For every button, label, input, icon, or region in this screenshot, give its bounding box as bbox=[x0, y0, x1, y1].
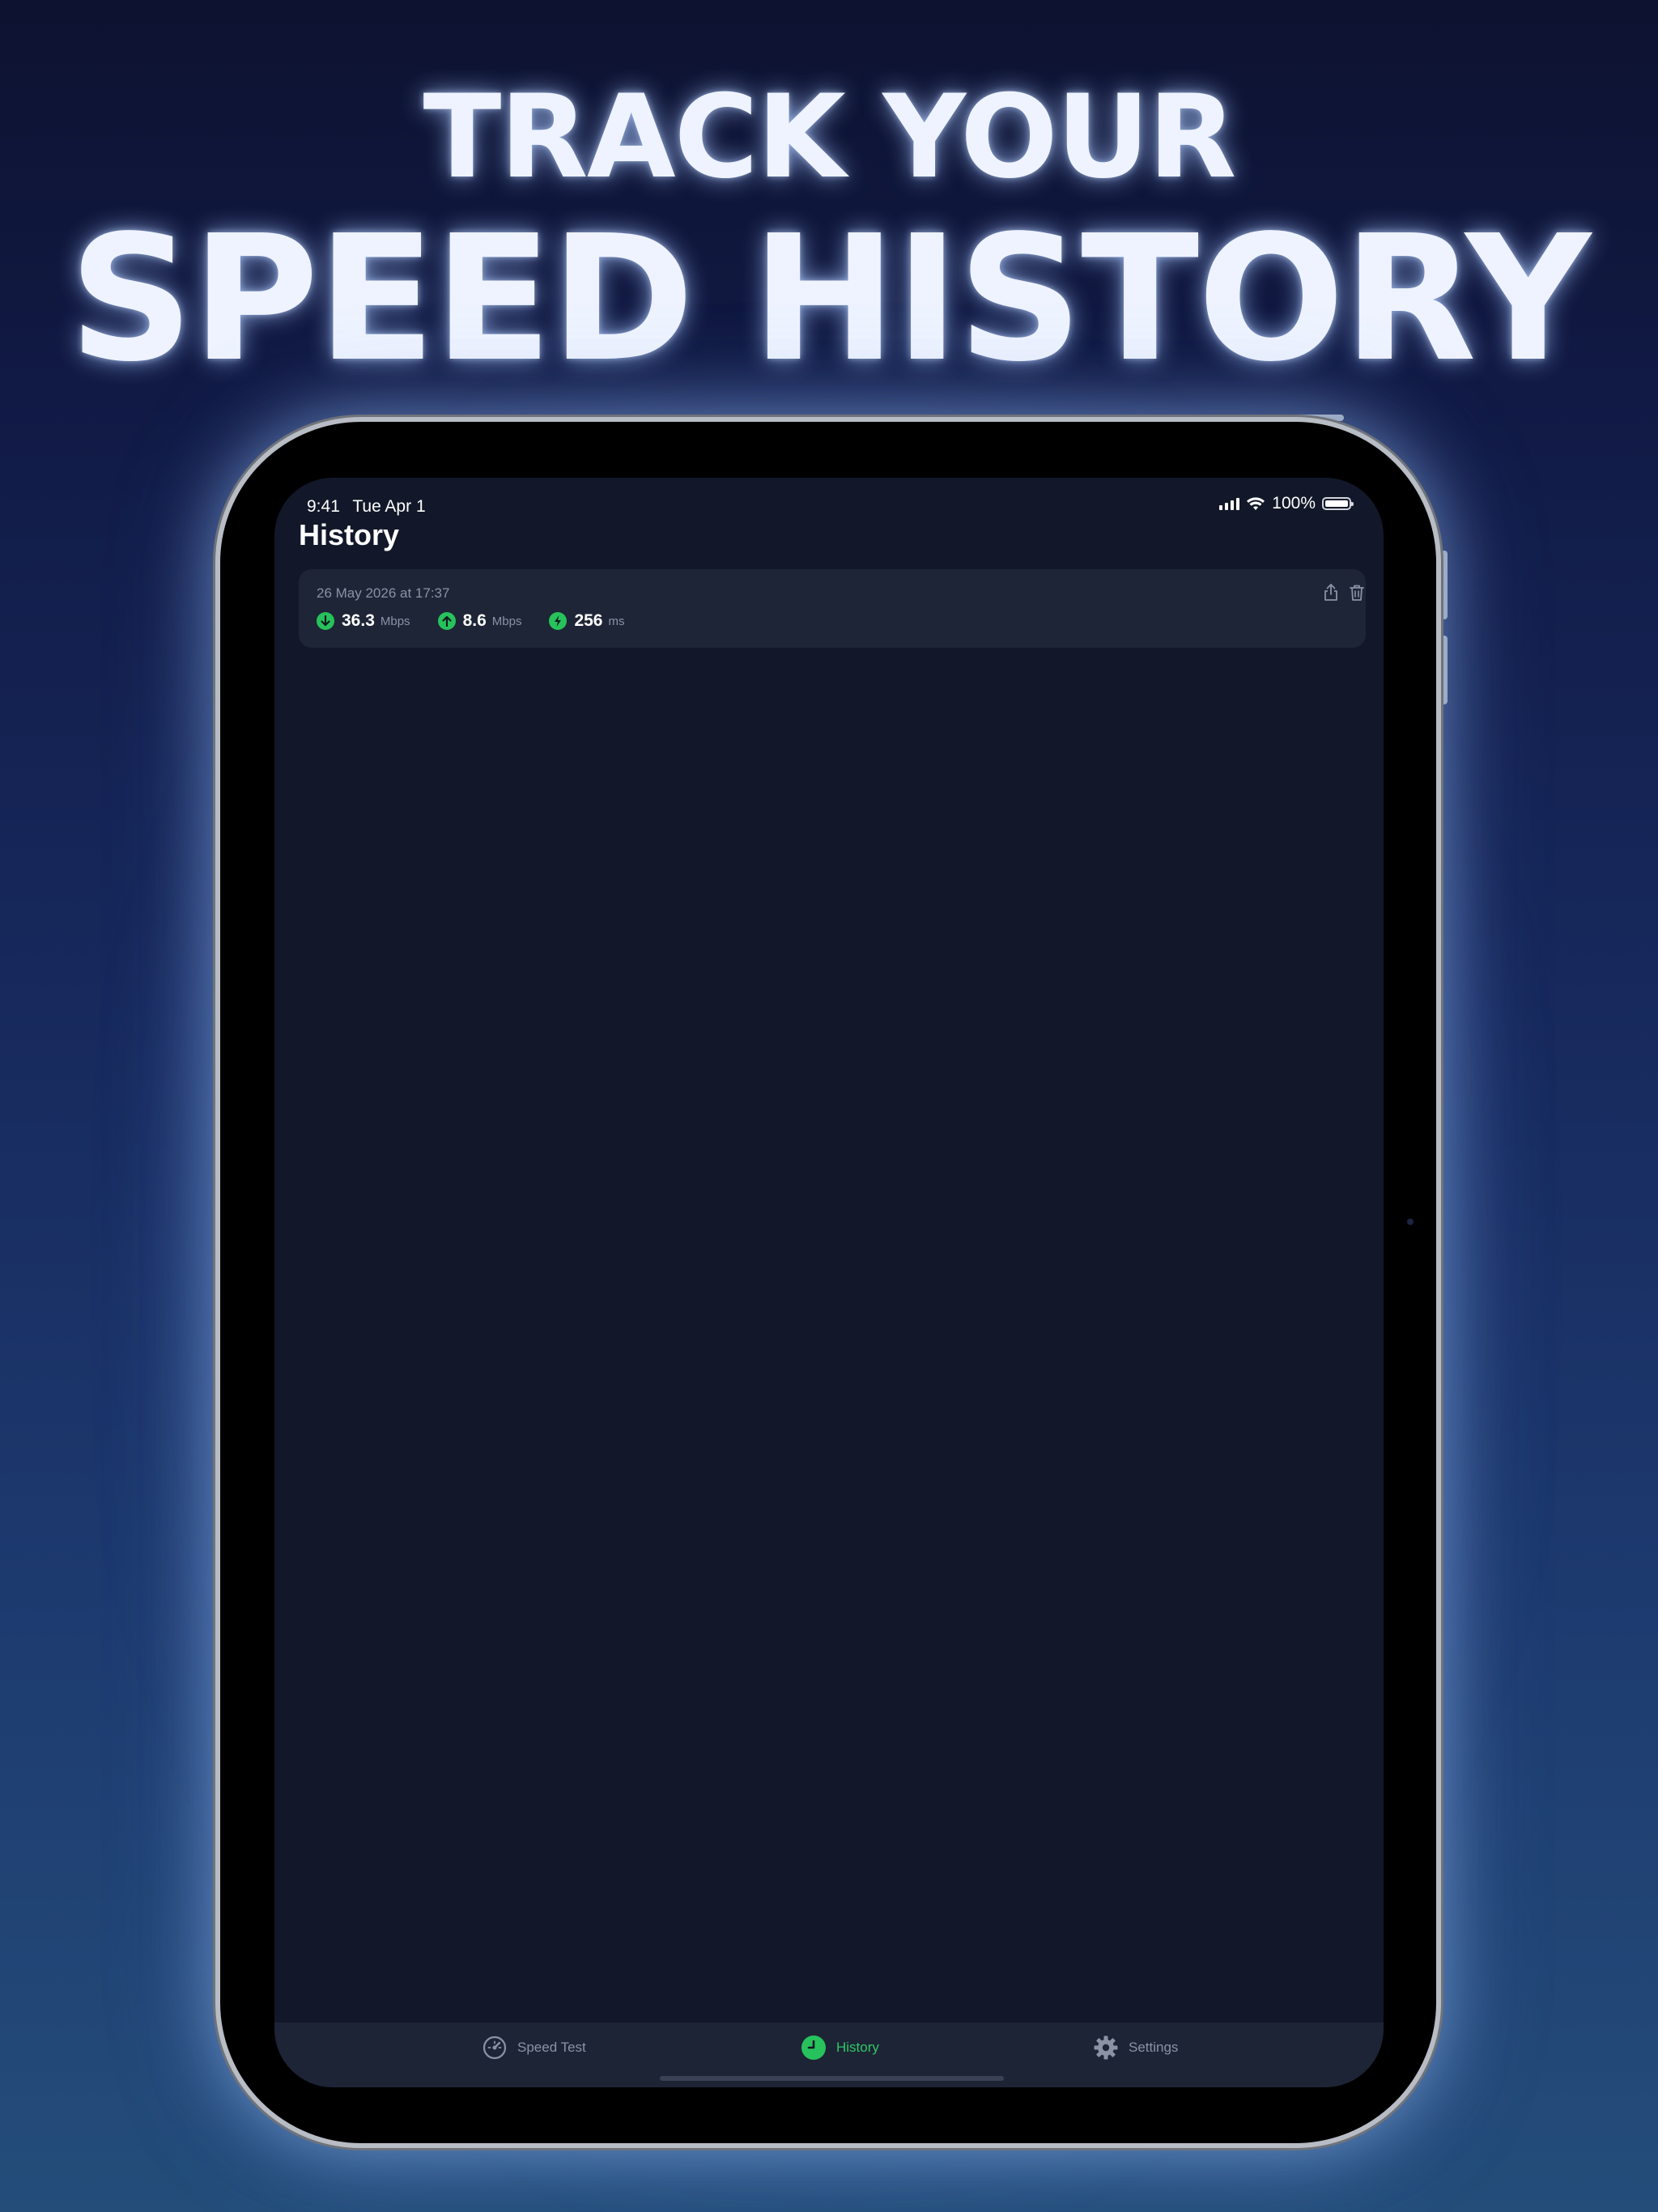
history-item-date: 26 May 2026 at 17:37 bbox=[317, 585, 450, 601]
download-value: 36.3 bbox=[342, 611, 375, 630]
arrow-up-icon bbox=[437, 612, 456, 630]
history-item-metrics: 36.3 Mbps 8.6 Mbps 256 ms bbox=[317, 611, 653, 631]
ping-metric: 256 ms bbox=[549, 611, 625, 631]
battery-percentage: 100% bbox=[1272, 494, 1316, 513]
battery-icon bbox=[1322, 497, 1354, 510]
device-volume-up-button bbox=[1441, 551, 1448, 619]
upload-metric: 8.6 Mbps bbox=[437, 611, 522, 631]
clock-icon bbox=[801, 2035, 827, 2061]
upload-value: 8.6 bbox=[462, 611, 487, 630]
tab-settings-label: Settings bbox=[1129, 2040, 1179, 2055]
history-list-item[interactable]: 26 May 2026 at 17:37 36.3 Mbps 8.6 Mbps … bbox=[299, 569, 1366, 648]
app-screen: 9:41 Tue Apr 1 100% History 26 May 2026 … bbox=[274, 478, 1384, 2087]
trash-icon[interactable] bbox=[1346, 582, 1367, 603]
tab-speed-test-label: Speed Test bbox=[517, 2040, 586, 2055]
headline-line-1: TRACK YOUR bbox=[423, 70, 1237, 204]
home-indicator bbox=[660, 2076, 1004, 2081]
headline-line-2: SPEED HISTORY bbox=[68, 198, 1591, 400]
arrow-down-icon bbox=[317, 612, 334, 630]
download-unit: Mbps bbox=[380, 614, 410, 628]
status-indicators: 100% bbox=[1219, 494, 1354, 513]
speedometer-icon bbox=[482, 2035, 508, 2061]
tab-bar: Speed Test History Settings bbox=[274, 2023, 1384, 2087]
tab-history-label: History bbox=[836, 2040, 879, 2055]
wifi-icon bbox=[1247, 497, 1265, 510]
share-icon[interactable] bbox=[1320, 582, 1341, 603]
lightning-icon bbox=[549, 612, 568, 630]
download-metric: 36.3 Mbps bbox=[317, 611, 410, 631]
ping-value: 256 bbox=[574, 611, 603, 630]
status-bar: 9:41 Tue Apr 1 100% bbox=[307, 489, 1354, 521]
page-title: History bbox=[299, 518, 400, 551]
cellular-signal-icon bbox=[1219, 497, 1240, 510]
tab-speed-test[interactable]: Speed Test bbox=[482, 2034, 586, 2061]
device-volume-down-button bbox=[1441, 636, 1448, 704]
camera-dot bbox=[1407, 1219, 1414, 1225]
upload-unit: Mbps bbox=[491, 614, 522, 628]
status-time-date: 9:41 Tue Apr 1 bbox=[307, 497, 434, 517]
status-time: 9:41 bbox=[307, 497, 340, 516]
ping-unit: ms bbox=[608, 614, 625, 628]
tab-history[interactable]: History bbox=[801, 2034, 879, 2061]
gear-icon bbox=[1093, 2035, 1119, 2061]
status-date: Tue Apr 1 bbox=[352, 497, 426, 516]
tab-settings[interactable]: Settings bbox=[1093, 2034, 1178, 2061]
